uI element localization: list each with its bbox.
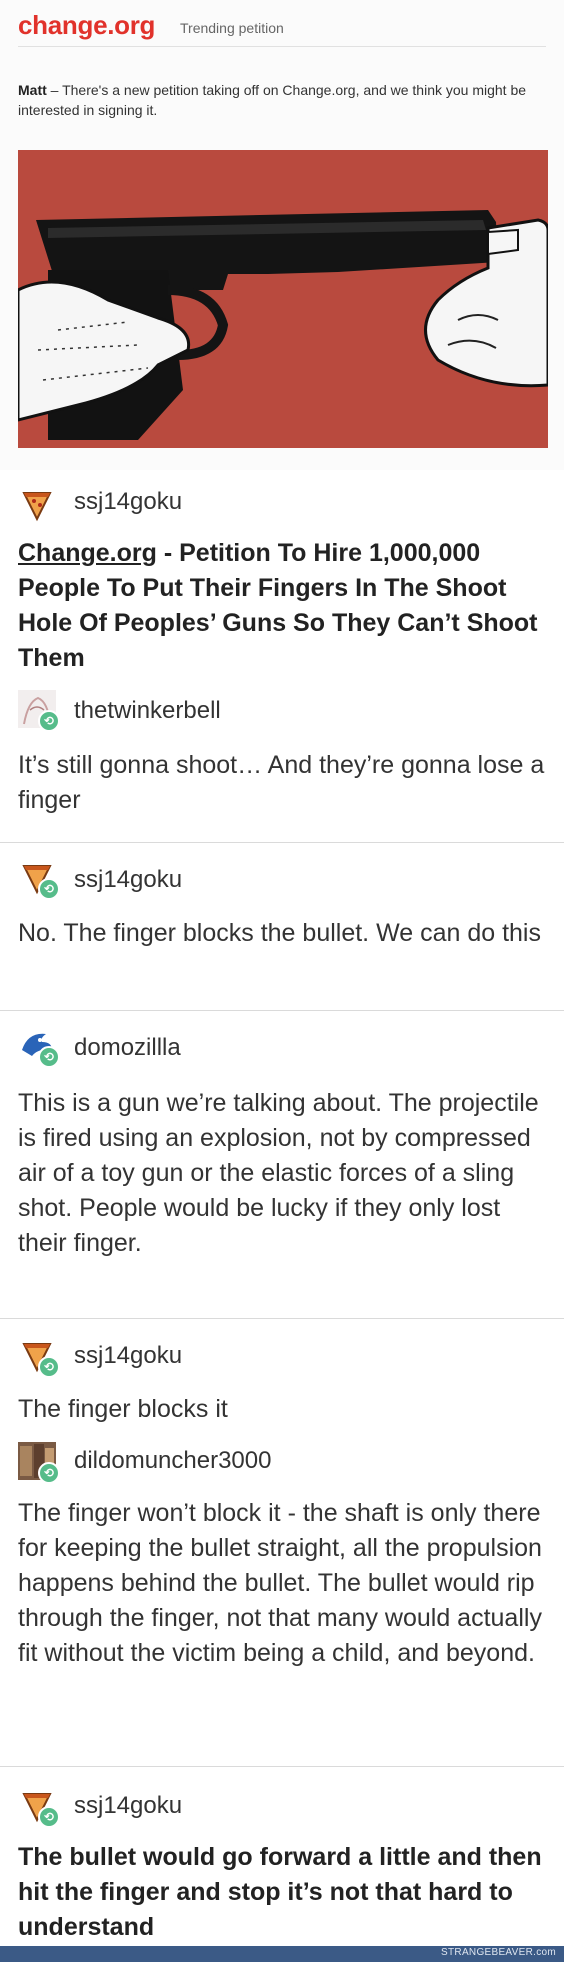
- avatar[interactable]: ⟲: [18, 1786, 60, 1828]
- avatar[interactable]: ⟲: [18, 1026, 60, 1068]
- reblog-icon: ⟲: [38, 710, 60, 732]
- reblog-icon: ⟲: [38, 1806, 60, 1828]
- change-org-logo[interactable]: change.org: [18, 10, 155, 41]
- footer-bar: STRANGEBEAVER.com: [0, 1946, 564, 1962]
- username[interactable]: ssj14goku: [74, 1792, 182, 1820]
- reblog-icon: ⟲: [38, 1462, 60, 1484]
- reblog-icon: ⟲: [38, 1046, 60, 1068]
- reblog-icon: ⟲: [38, 878, 60, 900]
- watermark: STRANGEBEAVER.com: [441, 1947, 556, 1958]
- email-intro: Matt – There's a new petition taking off…: [18, 80, 538, 120]
- post-text: It’s still gonna shoot… And they’re gonn…: [18, 751, 545, 814]
- pizza-slice-avatar-icon: [18, 485, 56, 523]
- avatar[interactable]: ⟲: [18, 858, 60, 900]
- avatar[interactable]: ⟲: [18, 1336, 60, 1378]
- username[interactable]: ssj14goku: [74, 488, 182, 516]
- petition-email-card: change.org Trending petition Matt – Ther…: [0, 0, 564, 470]
- post-text: The bullet would go forward a little and…: [18, 1843, 542, 1941]
- greeting-text: – There's a new petition taking off on C…: [18, 82, 527, 118]
- username[interactable]: thetwinkerbell: [74, 697, 221, 725]
- post-text: No. The finger blocks the bullet. We can…: [18, 919, 541, 947]
- petition-hero-image[interactable]: [18, 150, 548, 448]
- divider: [0, 1010, 564, 1011]
- post-text: The finger won’t block it - the shaft is…: [18, 1499, 542, 1667]
- greeting-name: Matt: [18, 82, 47, 98]
- gun-finger-illustration-icon: [18, 150, 548, 448]
- trending-label: Trending petition: [180, 20, 284, 36]
- reblog-icon: ⟲: [38, 1356, 60, 1378]
- post-title: Change.org - Petition To Hire 1,000,000 …: [18, 536, 548, 676]
- post-text: The finger blocks it: [18, 1395, 228, 1423]
- avatar[interactable]: [18, 485, 56, 523]
- avatar[interactable]: ⟲: [18, 690, 60, 732]
- divider: [0, 1766, 564, 1767]
- post-text: This is a gun we’re talking about. The p…: [18, 1089, 539, 1257]
- change-org-link[interactable]: Change.org: [18, 539, 157, 567]
- username[interactable]: ssj14goku: [74, 1342, 182, 1370]
- email-header: change.org Trending petition: [18, 6, 546, 47]
- username[interactable]: ssj14goku: [74, 866, 182, 894]
- divider: [0, 1318, 564, 1319]
- username[interactable]: dildomuncher3000: [74, 1447, 271, 1475]
- divider: [0, 842, 564, 843]
- avatar[interactable]: ⟲: [18, 1442, 60, 1484]
- username[interactable]: domozillla: [74, 1034, 181, 1062]
